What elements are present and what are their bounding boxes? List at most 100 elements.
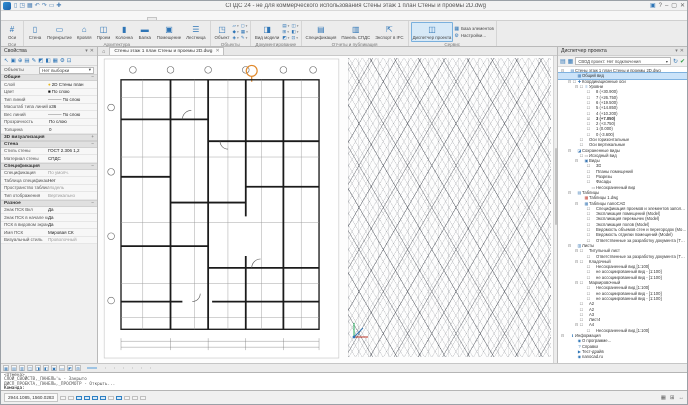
tree-checkbox[interactable]: ☐ [586,211,591,216]
quick-access-icon[interactable]: ▯ [14,2,17,10]
ribbon-tab[interactable] [48,17,58,20]
property-row[interactable]: Вес линий ——— По слою [1,111,97,119]
tree-checkbox[interactable]: ☐ [586,254,591,259]
status-toggle[interactable] [60,396,66,400]
status-toggle[interactable] [84,396,90,400]
close-icon[interactable]: ✕ [90,48,94,54]
close-icon[interactable]: ✕ [680,48,684,54]
maximize-button[interactable]: ▢ [671,2,677,9]
project-manager-button[interactable]: ◫ Диспетчер проекта [411,22,454,42]
project-source-dropdown[interactable]: СВОД проект: Нет подключения ▾ [575,57,671,65]
object-button[interactable]: ◳ Объект [213,22,232,42]
status-toggle[interactable] [124,396,130,400]
tree-checkbox[interactable]: ☐ [579,142,584,147]
properties-tool-icon[interactable]: ✎ [32,58,37,64]
layout-tab[interactable] [142,367,151,369]
layout-tool-icon[interactable]: ◨ [35,365,41,371]
property-row[interactable]: Знак ПСК в начале коорд. Да [1,214,97,222]
properties-tool-icon[interactable]: ▦ [53,58,58,64]
layout-tool-icon[interactable]: ▦ [3,365,9,371]
tree-checkbox[interactable]: ☐ [586,126,591,131]
ribbon-button[interactable]: ▯ Стена [26,22,44,42]
ribbon-button[interactable]: ⌂ Кровля [75,22,94,42]
ribbon-button[interactable]: ▬ Балка [136,22,154,42]
ribbon-button[interactable]: ⇱ Экспорт в IFC [373,22,405,42]
property-group-common[interactable]: Общие − [1,74,97,81]
property-row[interactable]: Знак ПСК Вкл Да [1,207,97,215]
property-row[interactable]: Масштаб типа линий x36 [1,104,97,112]
property-row[interactable]: Слой ● 2D Стены план [1,81,97,89]
home-tab-icon[interactable]: ⌂ [100,49,107,55]
tree-expander-icon[interactable]: ⊟ [567,243,572,248]
tree-expander-icon[interactable]: ⊟ [560,333,565,338]
property-row[interactable]: Цвет ■ По слою [1,89,97,97]
collapse-icon[interactable]: − [91,75,94,80]
properties-tool-icon[interactable]: ⚙ [60,58,65,64]
layout-tab[interactable] [133,367,142,369]
tree-checkbox[interactable]: ☐ [579,307,584,312]
tree-checkbox[interactable]: ☐ [586,206,591,211]
tree-checkbox[interactable]: ☐ [586,222,591,227]
tree-checkbox[interactable]: ☐ [586,163,591,168]
tree-checkbox[interactable]: ☐ [586,328,591,333]
ribbon-tab[interactable] [114,17,124,20]
tree-checkbox[interactable]: ☐ [586,216,591,221]
status-toggle[interactable] [68,396,74,400]
ribbon-button[interactable]: ▥ Панель СПДС [339,22,372,42]
tree-checkbox[interactable]: ☐ [586,291,591,296]
tree-checkbox[interactable]: ☐ [586,111,591,116]
layout-tab[interactable] [115,367,124,369]
ribbon-tab[interactable] [136,17,146,20]
property-group-misc[interactable]: Разное − [1,200,97,207]
property-group-3d[interactable]: 3D визуализация + [1,134,97,141]
quick-access-icon[interactable]: ▦ [27,2,33,10]
service-link[interactable]: ▦ База элементов [454,25,493,32]
ribbon-tab[interactable] [26,17,36,20]
tree-checkbox[interactable]: ☐ [586,285,591,290]
status-toggle[interactable] [116,396,122,400]
property-row[interactable]: Спецификация По умолч. [1,170,97,178]
layout-tab[interactable] [124,367,133,369]
layout-tool-icon[interactable]: ⊞ [75,365,81,371]
layout-tool-icon[interactable]: ◧ [43,365,49,371]
pin-icon[interactable]: ▾ [675,48,678,54]
property-row[interactable]: Визуальный стиль Проволочный [1,237,97,245]
tree-expander-icon[interactable]: ⊟ [567,190,572,195]
tool-icon[interactable]: ✎▾ [241,35,248,41]
properties-tool-icon[interactable]: ▤ [24,58,29,64]
collapse-icon[interactable]: − [91,164,94,169]
quick-access-icon[interactable]: ↷ [42,2,47,10]
collapse-icon[interactable]: − [91,201,94,206]
property-row[interactable]: Тип отображения Вертикально [1,192,97,200]
property-row[interactable]: Материал стены СПДС [1,155,97,163]
tree-checkbox[interactable]: ☐ [586,264,591,269]
vertical-scrollbar[interactable] [553,56,557,363]
collapse-icon[interactable]: − [91,142,94,147]
layout-tool-icon[interactable]: ▣ [51,365,57,371]
ribbon-tab[interactable] [4,17,14,20]
layout-tool-icon[interactable]: ▤ [11,365,17,371]
objects-dropdown[interactable]: Нет выборки ▾ [39,67,94,74]
ribbon-button[interactable]: ▣ Помещение [155,22,183,42]
property-row[interactable]: Стиль стены ГОСТ 2.306 1,2 [1,148,97,156]
tree-expander-icon[interactable]: ⊟ [560,68,565,73]
ribbon-tab[interactable] [103,17,113,20]
model-view-button[interactable]: ◨ Вид модели [253,22,281,42]
tree-checkbox[interactable]: ☐ [586,269,591,274]
axes-button[interactable]: # Оси [3,22,21,42]
quick-access-icon[interactable]: ↶ [35,2,40,10]
close-button[interactable]: ✕ [680,2,685,9]
project-structure-icon[interactable]: ▦ [568,58,574,65]
tree-checkbox[interactable]: ☐ [586,89,591,94]
properties-tool-icon[interactable]: ◩ [38,58,43,64]
tree-checkbox[interactable]: ☐ [586,100,591,105]
ribbon-tab[interactable] [59,17,69,20]
refresh-icon[interactable]: ↻ [673,58,678,65]
status-toggle[interactable] [132,396,138,400]
tree-checkbox[interactable]: ☐ [586,238,591,243]
status-toggle[interactable] [140,396,146,400]
3d-axonometric-view[interactable] [348,58,551,357]
project-list-icon[interactable]: ▤ [560,58,566,65]
property-row[interactable]: Имя ПСК Мировая СК [1,229,97,237]
service-link[interactable]: ⚙ Настройки... [454,32,493,39]
